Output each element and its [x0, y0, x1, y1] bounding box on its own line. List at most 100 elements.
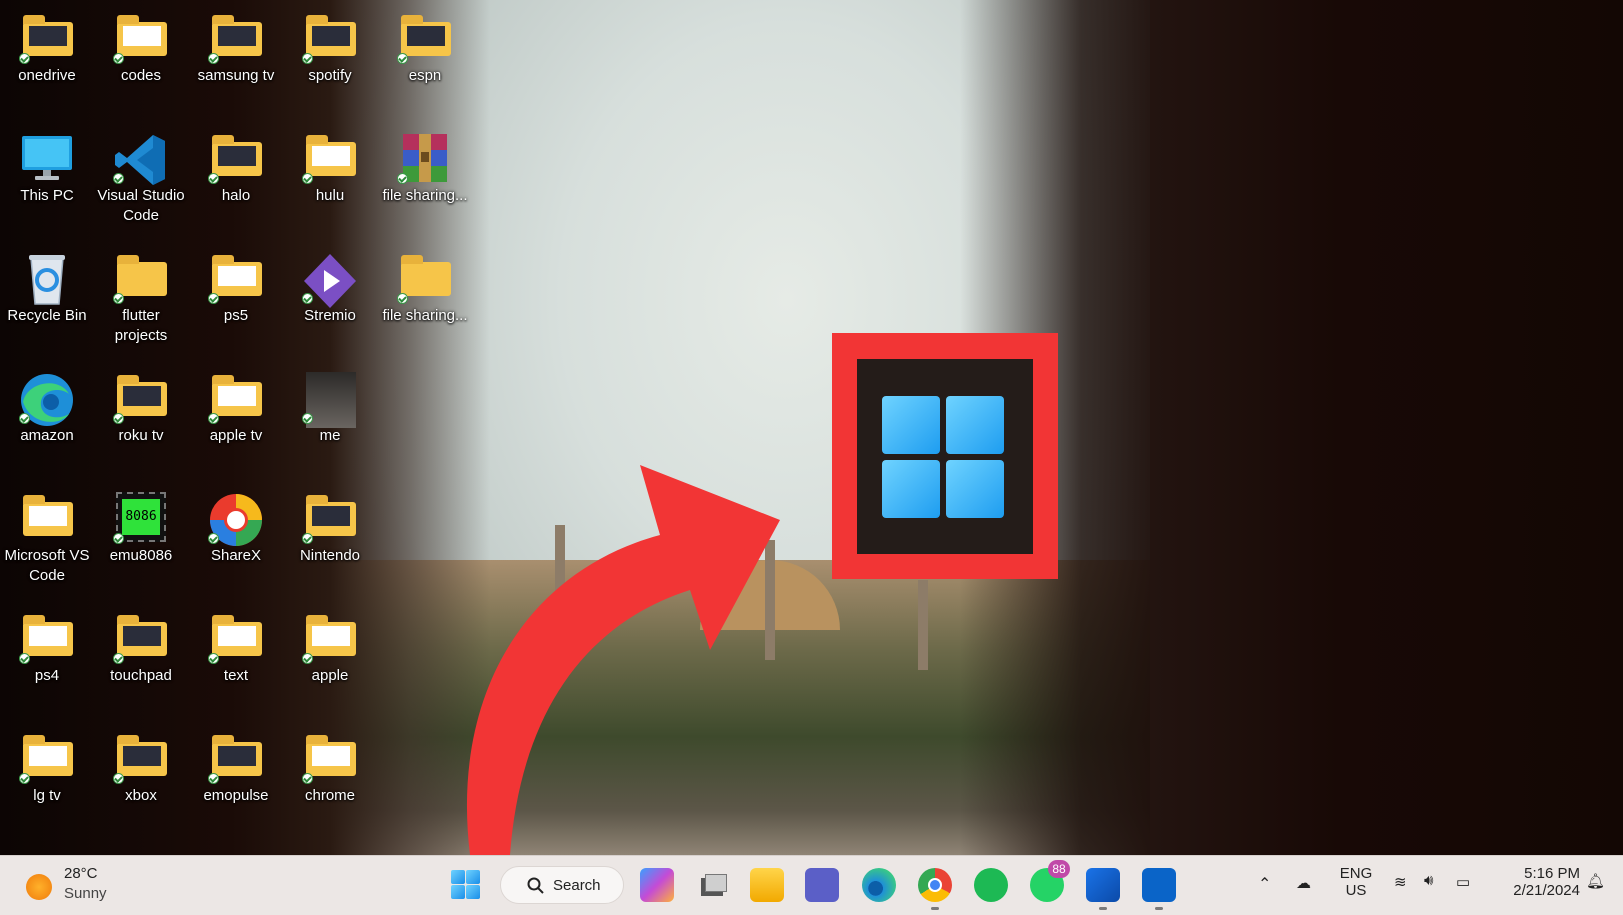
folder-icon — [302, 132, 358, 184]
desktop-icon-samsung-tv[interactable]: samsung tv — [191, 12, 281, 86]
desktop-icon-label: ShareX — [210, 547, 262, 564]
desktop-icon-label: samsung tv — [197, 67, 275, 84]
desktop-icon-label: touchpad — [110, 667, 172, 684]
chrome-icon[interactable] — [918, 868, 952, 902]
desktop-icon-microsoft-vs-code[interactable]: Microsoft VS Code — [2, 492, 92, 586]
clock-date: 2/21/2024 — [1513, 882, 1580, 899]
spotify-icon[interactable] — [974, 868, 1008, 902]
desktop-icon-espn[interactable]: espn — [380, 12, 470, 86]
clock[interactable]: 5:16 PM 2/21/2024 — [1490, 865, 1580, 899]
task-view-icon[interactable] — [695, 868, 729, 902]
recycle-bin-icon — [19, 252, 75, 305]
desktop-icon-visual-studio-code[interactable]: Visual Studio Code — [96, 132, 186, 226]
desktop-icon-touchpad[interactable]: touchpad — [96, 612, 186, 686]
desktop-icon-label: flutter projects — [114, 307, 168, 344]
desktop-icon-me[interactable]: me — [285, 372, 375, 446]
weather-widget[interactable]: 28°C Sunny — [24, 863, 144, 907]
desktop-icon-onedrive[interactable]: onedrive — [2, 12, 92, 86]
notification-bell-icon[interactable]: 🔔︎ — [1586, 872, 1605, 890]
desktop-icon-label: Nintendo — [299, 547, 361, 564]
monitor-icon — [19, 132, 75, 182]
desktop-icon-spotify[interactable]: spotify — [285, 12, 375, 86]
desktop-icon-label: codes — [120, 67, 162, 84]
desktop-icon-ps4[interactable]: ps4 — [2, 612, 92, 686]
desktop-icon-chrome[interactable]: chrome — [285, 732, 375, 806]
sync-check-icon — [113, 293, 124, 304]
desktop-icon-recycle-bin[interactable]: Recycle Bin — [2, 252, 92, 326]
folder-icon — [208, 252, 264, 304]
outlook-new-icon[interactable] — [1086, 868, 1120, 902]
edge-icon — [19, 372, 75, 426]
desktop-icon-label: apple — [311, 667, 349, 684]
desktop-icon-file-sharing-folder[interactable]: file sharing... — [380, 252, 470, 326]
desktop-icon-text[interactable]: text — [191, 612, 281, 686]
photo-thumbnail-icon — [302, 372, 358, 428]
vscode-icon — [113, 132, 169, 185]
sun-icon — [26, 874, 52, 900]
sync-check-icon — [208, 773, 219, 784]
desktop-icon-label: Microsoft VS Code — [4, 547, 90, 584]
folder-icon — [208, 372, 264, 424]
weather-temperature: 28°C — [64, 865, 98, 882]
folder-icon — [208, 12, 264, 64]
desktop-icon-label: amazon — [20, 427, 74, 444]
desktop-icon-flutter-projects[interactable]: flutter projects — [96, 252, 186, 346]
wifi-icon[interactable]: ≋ — [1394, 873, 1407, 891]
desktop-icon-emu8086[interactable]: 8086 emu8086 — [96, 492, 186, 566]
folder-icon — [208, 732, 264, 784]
outlook-icon[interactable] — [1142, 868, 1176, 902]
taskbar-search[interactable]: Search — [500, 866, 624, 904]
teams-icon[interactable] — [805, 868, 839, 902]
sync-check-icon — [208, 413, 219, 424]
desktop-icon-apple-tv[interactable]: apple tv — [191, 372, 281, 446]
wallpaper-wall-right — [1150, 0, 1623, 855]
desktop-icon-this-pc[interactable]: This PC — [2, 132, 92, 206]
language-code: ENG — [1339, 865, 1373, 882]
sync-check-icon — [19, 413, 30, 424]
desktop-icon-stremio[interactable]: Stremio — [285, 252, 375, 326]
taskbar: 28°C Sunny Search 88 ⌃ ☁ ENG US ≋ 🔊︎ ▭ 5… — [0, 855, 1623, 915]
desktop-icon-ps5[interactable]: ps5 — [191, 252, 281, 326]
sync-check-icon — [302, 773, 313, 784]
desktop-icon-xbox[interactable]: xbox — [96, 732, 186, 806]
desktop-icon-apple[interactable]: apple — [285, 612, 375, 686]
edge-icon[interactable] — [862, 868, 896, 902]
red-arrow-annotation — [466, 465, 780, 855]
desktop-icon-label: text — [223, 667, 249, 684]
folder-icon — [113, 612, 169, 664]
running-indicator — [1155, 907, 1163, 910]
onedrive-cloud-icon[interactable]: ☁ — [1296, 874, 1311, 892]
desktop-icon-label: espn — [408, 67, 442, 84]
desktop-icon-roku-tv[interactable]: roku tv — [96, 372, 186, 446]
desktop-icon-label: This PC — [20, 187, 74, 204]
show-hidden-icons-chevron-icon[interactable]: ⌃ — [1258, 874, 1271, 894]
desktop-icon-file-sharing-archive[interactable]: file sharing... — [380, 132, 470, 206]
desktop-icon-label: spotify — [308, 67, 352, 84]
sync-check-icon — [113, 773, 124, 784]
copilot-pre-icon[interactable] — [640, 868, 674, 902]
volume-icon[interactable]: 🔊︎ — [1424, 872, 1433, 889]
search-label: Search — [553, 877, 601, 894]
language-indicator[interactable]: ENG US — [1336, 865, 1376, 899]
desktop-icon-nintendo[interactable]: Nintendo — [285, 492, 375, 566]
folder-icon — [302, 612, 358, 664]
desktop-icon-amazon[interactable]: amazon — [2, 372, 92, 446]
desktop-icon-sharex[interactable]: ShareX — [191, 492, 281, 566]
desktop-icon-emopulse[interactable]: emopulse — [191, 732, 281, 806]
battery-icon[interactable]: ▭ — [1456, 873, 1470, 891]
desktop-icon-hulu[interactable]: hulu — [285, 132, 375, 206]
sharex-icon — [208, 492, 264, 546]
folder-icon — [302, 12, 358, 64]
desktop-icon-halo[interactable]: halo — [191, 132, 281, 206]
sync-check-icon — [19, 653, 30, 664]
desktop-icon-label: onedrive — [18, 67, 76, 84]
desktop-icon-label: halo — [221, 187, 251, 204]
folder-icon — [113, 372, 169, 424]
file-explorer-icon[interactable] — [750, 868, 784, 902]
folder-icon — [208, 132, 264, 184]
sync-check-icon — [397, 53, 408, 64]
desktop-icon-codes[interactable]: codes — [96, 12, 186, 86]
desktop-icon-lg-tv[interactable]: lg tv — [2, 732, 92, 806]
start-button[interactable] — [445, 864, 485, 904]
stremio-icon — [302, 252, 358, 308]
